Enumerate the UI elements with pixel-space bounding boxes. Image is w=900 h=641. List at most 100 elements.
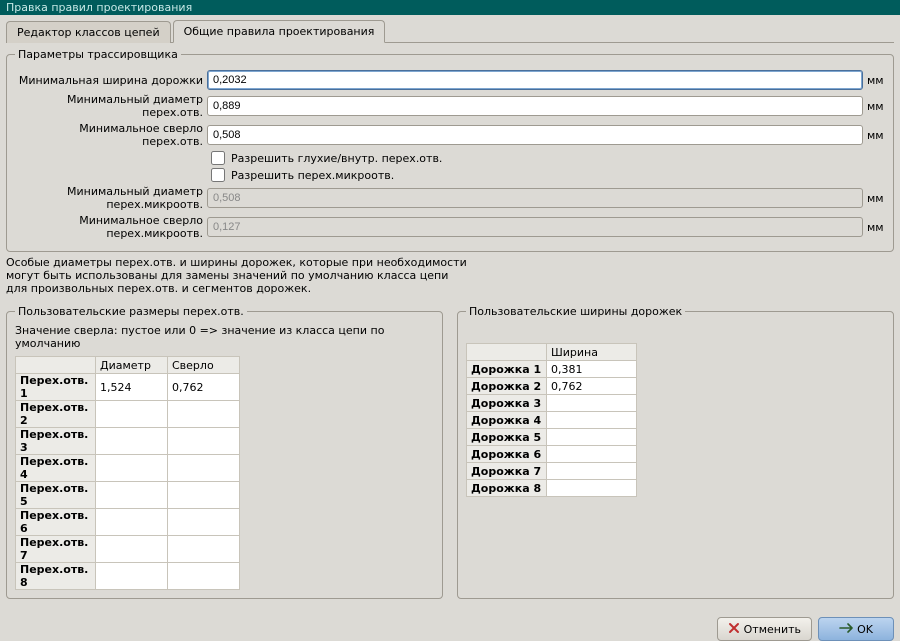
via-cell-drill[interactable] bbox=[168, 455, 240, 482]
unit-mm: мм bbox=[863, 129, 885, 142]
table-row: Дорожка 8 bbox=[467, 480, 637, 497]
table-row: Перех.отв. 7 bbox=[16, 536, 240, 563]
via-cell-diameter[interactable] bbox=[96, 455, 168, 482]
tab-netclass-editor[interactable]: Редактор классов цепей bbox=[6, 21, 171, 43]
input-min-track-width[interactable] bbox=[207, 70, 863, 90]
input-min-via-diameter[interactable] bbox=[207, 96, 863, 116]
info-text: Особые диаметры перех.отв. и ширины доро… bbox=[6, 256, 894, 295]
info-line-1: Особые диаметры перех.отв. и ширины доро… bbox=[6, 256, 467, 269]
track-row-head[interactable]: Дорожка 8 bbox=[467, 480, 547, 497]
track-cell-width[interactable] bbox=[547, 395, 637, 412]
unit-mm: мм bbox=[863, 221, 885, 234]
via-col-drill[interactable]: Сверло bbox=[168, 357, 240, 374]
label-min-track-width: Минимальная ширина дорожки bbox=[15, 74, 207, 87]
via-cell-drill[interactable] bbox=[168, 401, 240, 428]
cancel-button-label: Отменить bbox=[744, 623, 801, 636]
table-row: Дорожка 10,381 bbox=[467, 361, 637, 378]
window-title: Правка правил проектирования bbox=[6, 1, 192, 14]
table-row: Дорожка 20,762 bbox=[467, 378, 637, 395]
custom-track-widths-group: Пользовательские ширины дорожек Ширина Д… bbox=[457, 305, 894, 599]
cancel-button[interactable]: Отменить bbox=[717, 617, 812, 641]
via-cell-diameter[interactable]: 1,524 bbox=[96, 374, 168, 401]
via-cell-drill[interactable]: 0,762 bbox=[168, 374, 240, 401]
via-cell-diameter[interactable] bbox=[96, 509, 168, 536]
via-row-head[interactable]: Перех.отв. 8 bbox=[16, 563, 96, 590]
via-cell-diameter[interactable] bbox=[96, 563, 168, 590]
via-table-corner bbox=[16, 357, 96, 374]
via-col-diameter[interactable]: Диаметр bbox=[96, 357, 168, 374]
track-row-head[interactable]: Дорожка 3 bbox=[467, 395, 547, 412]
unit-mm: мм bbox=[863, 192, 885, 205]
label-min-uvia-drill: Минимальное сверло перех.микроотв. bbox=[15, 214, 207, 240]
via-cell-diameter[interactable] bbox=[96, 482, 168, 509]
row-min-via-drill: Минимальное сверло перех.отв. мм bbox=[15, 122, 885, 148]
via-row-head[interactable]: Перех.отв. 6 bbox=[16, 509, 96, 536]
track-widths-table: Ширина Дорожка 10,381Дорожка 20,762Дорож… bbox=[466, 343, 637, 497]
via-row-head[interactable]: Перех.отв. 7 bbox=[16, 536, 96, 563]
table-row: Дорожка 4 bbox=[467, 412, 637, 429]
via-cell-diameter[interactable] bbox=[96, 428, 168, 455]
via-row-head[interactable]: Перех.отв. 4 bbox=[16, 455, 96, 482]
via-drill-hint: Значение сверла: пустое или 0 => значени… bbox=[15, 324, 434, 350]
track-cell-width[interactable] bbox=[547, 446, 637, 463]
input-min-uvia-drill bbox=[207, 217, 863, 237]
track-row-head[interactable]: Дорожка 7 bbox=[467, 463, 547, 480]
cancel-icon bbox=[728, 622, 740, 637]
via-row-head[interactable]: Перех.отв. 5 bbox=[16, 482, 96, 509]
checkbox-allow-microvias[interactable] bbox=[211, 168, 225, 182]
router-params-legend: Параметры трассировщика bbox=[15, 48, 181, 61]
table-row: Перех.отв. 11,5240,762 bbox=[16, 374, 240, 401]
tab-general-rules[interactable]: Общие правила проектирования bbox=[173, 20, 386, 43]
via-row-head[interactable]: Перех.отв. 3 bbox=[16, 428, 96, 455]
track-col-width[interactable]: Ширина bbox=[547, 344, 637, 361]
info-line-2: могут быть использованы для замены значе… bbox=[6, 269, 448, 282]
checkbox-allow-blind-vias[interactable] bbox=[211, 151, 225, 165]
custom-via-sizes-group: Пользовательские размеры перех.отв. Знач… bbox=[6, 305, 443, 599]
ok-button[interactable]: OK bbox=[818, 617, 894, 641]
via-cell-diameter[interactable] bbox=[96, 401, 168, 428]
via-cell-diameter[interactable] bbox=[96, 536, 168, 563]
table-row: Перех.отв. 5 bbox=[16, 482, 240, 509]
row-allow-blind: Разрешить глухие/внутр. перех.отв. bbox=[211, 151, 885, 165]
via-cell-drill[interactable] bbox=[168, 482, 240, 509]
track-row-head[interactable]: Дорожка 2 bbox=[467, 378, 547, 395]
table-row: Дорожка 3 bbox=[467, 395, 637, 412]
track-hint-spacer bbox=[466, 324, 885, 337]
table-row: Перех.отв. 3 bbox=[16, 428, 240, 455]
table-row: Перех.отв. 6 bbox=[16, 509, 240, 536]
table-row: Дорожка 6 bbox=[467, 446, 637, 463]
input-min-via-drill[interactable] bbox=[207, 125, 863, 145]
via-cell-drill[interactable] bbox=[168, 536, 240, 563]
label-allow-microvias: Разрешить перех.микроотв. bbox=[231, 169, 394, 182]
track-row-head[interactable]: Дорожка 5 bbox=[467, 429, 547, 446]
row-min-uvia-diameter: Минимальный диаметр перех.микроотв. мм bbox=[15, 185, 885, 211]
track-cell-width[interactable] bbox=[547, 480, 637, 497]
track-cell-width[interactable] bbox=[547, 429, 637, 446]
table-row: Перех.отв. 8 bbox=[16, 563, 240, 590]
via-row-head[interactable]: Перех.отв. 1 bbox=[16, 374, 96, 401]
track-cell-width[interactable] bbox=[547, 463, 637, 480]
track-cell-width[interactable]: 0,381 bbox=[547, 361, 637, 378]
track-row-head[interactable]: Дорожка 6 bbox=[467, 446, 547, 463]
via-sizes-table: Диаметр Сверло Перех.отв. 11,5240,762Пер… bbox=[15, 356, 240, 590]
custom-sizes-columns: Пользовательские размеры перех.отв. Знач… bbox=[6, 299, 894, 603]
track-row-head[interactable]: Дорожка 4 bbox=[467, 412, 547, 429]
info-line-3: для произвольных перех.отв. и сегментов … bbox=[6, 282, 311, 295]
custom-via-sizes-legend: Пользовательские размеры перех.отв. bbox=[15, 305, 247, 318]
dialog-button-bar: Отменить OK bbox=[0, 617, 894, 641]
input-min-uvia-diameter bbox=[207, 188, 863, 208]
track-cell-width[interactable]: 0,762 bbox=[547, 378, 637, 395]
row-min-uvia-drill: Минимальное сверло перех.микроотв. мм bbox=[15, 214, 885, 240]
track-row-head[interactable]: Дорожка 1 bbox=[467, 361, 547, 378]
row-min-via-diameter: Минимальный диаметр перех.отв. мм bbox=[15, 93, 885, 119]
label-min-via-drill: Минимальное сверло перех.отв. bbox=[15, 122, 207, 148]
window-titlebar: Правка правил проектирования bbox=[0, 0, 900, 15]
via-cell-drill[interactable] bbox=[168, 509, 240, 536]
via-row-head[interactable]: Перех.отв. 2 bbox=[16, 401, 96, 428]
table-row: Перех.отв. 4 bbox=[16, 455, 240, 482]
label-allow-blind-vias: Разрешить глухие/внутр. перех.отв. bbox=[231, 152, 442, 165]
track-cell-width[interactable] bbox=[547, 412, 637, 429]
via-cell-drill[interactable] bbox=[168, 563, 240, 590]
via-cell-drill[interactable] bbox=[168, 428, 240, 455]
tab-bar: Редактор классов цепей Общие правила про… bbox=[6, 19, 894, 43]
